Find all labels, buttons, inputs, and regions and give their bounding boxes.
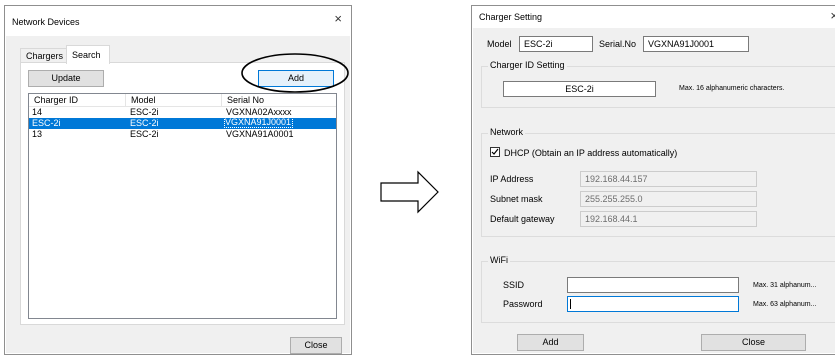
tab-search[interactable]: Search (66, 45, 110, 64)
charger-id-hint: Max. 16 alphanumeric characters. (679, 85, 785, 92)
password-label: Password (503, 299, 543, 309)
table-row[interactable]: 14 ESC-2i VGXNA02Axxxx (29, 107, 336, 118)
cell-charger-id: ESC-2i (32, 118, 61, 128)
network-group-title: Network (488, 127, 526, 137)
serial-field[interactable]: VGXNA91J0001 (643, 36, 749, 52)
charger-setting-client: Model ESC-2i Serial.No VGXNA91J0001 Char… (473, 28, 835, 353)
update-button-label: Update (51, 73, 81, 83)
cell-serial-no: VGXNA91J0001 (223, 117, 294, 128)
table-row-selected[interactable]: ESC-2i ESC-2i VGXNA91J0001 (29, 117, 336, 129)
ssid-hint: Max. 31 alphanum... (753, 282, 817, 289)
default-gateway-label: Default gateway (490, 214, 555, 224)
column-header-charger-id[interactable]: Charger ID (29, 94, 126, 106)
network-devices-title: Network Devices (12, 17, 80, 27)
charger-id-input[interactable]: ESC-2i (503, 81, 656, 97)
list-header: Charger ID Model Serial No (29, 94, 336, 107)
tab-chargers[interactable]: Chargers (20, 48, 68, 63)
ssid-label: SSID (503, 280, 525, 290)
model-field[interactable]: ESC-2i (519, 36, 593, 52)
close-button-label: Close (304, 340, 328, 350)
wifi-group-title: WiFi (488, 255, 510, 265)
model-label: Model (487, 39, 512, 49)
cell-model: ESC-2i (130, 107, 159, 117)
highlight-ellipse (241, 53, 349, 93)
serial-label: Serial.No (599, 39, 637, 49)
arrow-right-icon (380, 170, 439, 214)
dhcp-checkbox[interactable] (490, 147, 500, 157)
close-icon[interactable]: × (830, 9, 835, 22)
checkmark-icon (491, 148, 499, 155)
charger-id-group-title: Charger ID Setting (488, 60, 567, 70)
update-button[interactable]: Update (28, 70, 104, 87)
charger-list[interactable]: Charger ID Model Serial No 14 ESC-2i VGX… (28, 93, 337, 319)
subnet-mask-field[interactable]: 255.255.255.0 (580, 191, 757, 207)
text-caret (570, 299, 571, 309)
column-header-serial-no[interactable]: Serial No (222, 94, 336, 106)
cell-charger-id: 13 (32, 129, 43, 139)
subnet-mask-label: Subnet mask (490, 194, 543, 204)
dhcp-label[interactable]: DHCP (Obtain an IP address automatically… (504, 148, 677, 158)
ssid-input[interactable] (567, 277, 739, 293)
close-icon[interactable]: × (334, 12, 342, 25)
default-gateway-field[interactable]: 192.168.44.1 (580, 211, 757, 227)
ip-address-label: IP Address (490, 174, 534, 184)
charger-setting-title: Charger Setting (479, 12, 543, 22)
network-devices-titlebar[interactable]: Network Devices × (5, 6, 351, 36)
password-input[interactable] (567, 296, 739, 312)
search-tab-page: Update Add Charger ID Model Serial No 14… (20, 62, 345, 325)
cell-serial-no: VGXNA02Axxxx (226, 107, 292, 117)
add-button-label: Add (542, 337, 559, 347)
charger-setting-titlebar[interactable]: Charger Setting × (472, 6, 835, 28)
column-header-model[interactable]: Model (126, 94, 222, 106)
cell-serial-no: VGXNA91A0001 (226, 129, 294, 139)
tab-chargers-label: Chargers (26, 51, 64, 61)
cell-model: ESC-2i (130, 118, 159, 128)
close-button[interactable]: Close (290, 337, 342, 354)
password-hint: Max. 63 alphanum... (753, 301, 817, 308)
table-row[interactable]: 13 ESC-2i VGXNA91A0001 (29, 129, 336, 140)
ip-address-field[interactable]: 192.168.44.157 (580, 171, 757, 187)
charger-setting-dialog: Charger Setting × Model ESC-2i Serial.No… (471, 5, 835, 355)
cell-model: ESC-2i (130, 129, 159, 139)
tab-search-label: Search (72, 50, 101, 60)
close-button[interactable]: Close (701, 334, 806, 351)
cell-charger-id: 14 (32, 107, 43, 117)
close-button-label: Close (741, 337, 765, 347)
add-button[interactable]: Add (517, 334, 584, 351)
